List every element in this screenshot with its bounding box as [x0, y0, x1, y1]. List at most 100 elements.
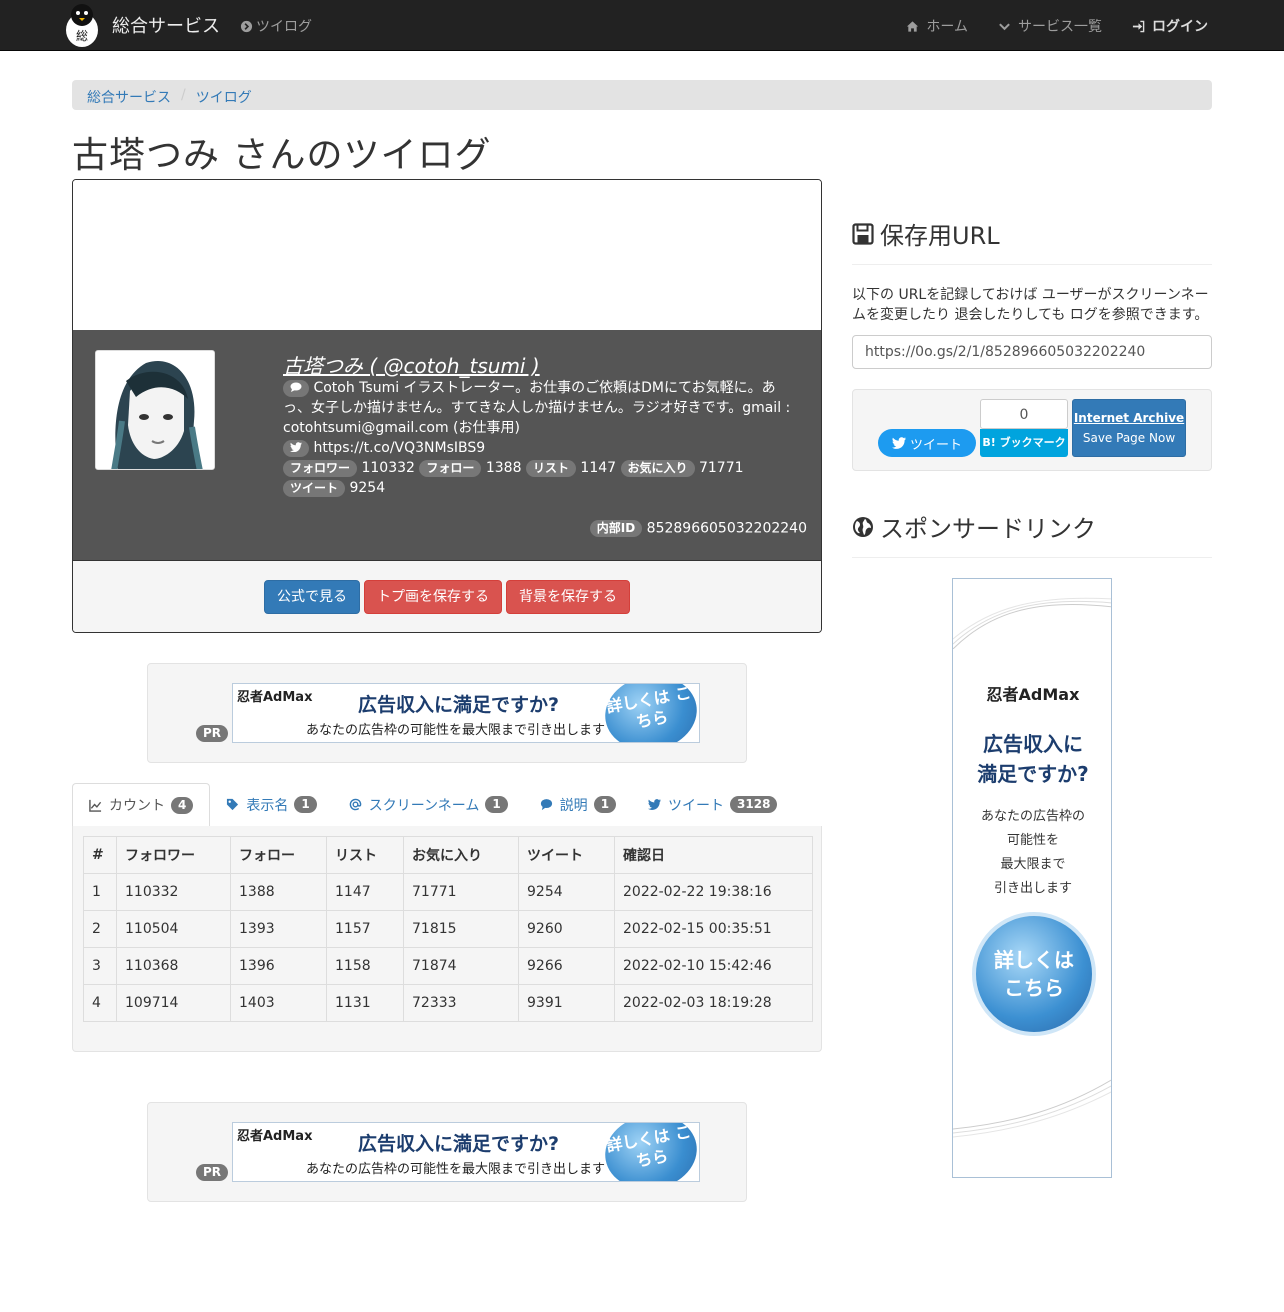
save-url-input[interactable]: [852, 335, 1212, 369]
stat-following-label: フォロー: [419, 459, 482, 477]
ad-headline-line: 満足ですか?: [977, 762, 1089, 786]
table-header: ツイート: [518, 836, 615, 874]
tab-count-label: カウント: [109, 798, 165, 814]
save-background-button[interactable]: 背景を保存する: [506, 580, 630, 614]
table-cell: 3: [83, 947, 117, 985]
brand-text: 総合サービス: [112, 16, 220, 37]
tab-display-name[interactable]: 表示名 1: [210, 783, 332, 826]
hatena-bookmark-button[interactable]: B! ブックマーク: [980, 429, 1068, 457]
ad-banner-top[interactable]: 忍者AdMax 広告収入に満足ですか? あなたの広告枠の可能性を最大限まで引き出…: [232, 683, 700, 743]
ad-details-circle: 詳しくは こちら: [972, 912, 1096, 1036]
table-cell: 9391: [518, 984, 615, 1022]
ad-subline: あなたの広告枠の可能性を最大限まで引き出します: [306, 1162, 606, 1177]
profile-url-row: https://t.co/VQ3NMsIBS9: [283, 438, 803, 458]
nav-twilog-label: ツイログ: [256, 19, 312, 35]
tab-description-badge: 1: [593, 796, 617, 813]
count-table: # フォロワー フォロー リスト お気に入り ツイート 確認日 1 110332…: [83, 836, 813, 1022]
breadcrumb-item-twilog[interactable]: ツイログ: [196, 87, 252, 106]
at-icon: [349, 798, 362, 811]
ad-headline: 広告収入に満足ですか?: [358, 694, 560, 716]
tab-tweets-badge: 3128: [730, 796, 778, 813]
view-official-button[interactable]: 公式で見る: [264, 580, 360, 614]
ad-container-top: PR 忍者AdMax 広告収入に満足ですか? あなたの広告枠の可能性を最大限まで…: [147, 663, 747, 763]
pr-badge: PR: [196, 1164, 229, 1181]
brand-link[interactable]: 総 総合サービス: [60, 2, 220, 48]
breadcrumb-item-home[interactable]: 総合サービス: [87, 87, 171, 106]
ad-circle-line: こちら: [1004, 976, 1064, 1000]
ad-subline-line: 最大限まで: [1000, 857, 1066, 872]
ad-subline-line: あなたの広告枠の: [980, 809, 1085, 824]
ia-subtitle: Save Page Now: [1082, 431, 1176, 445]
ad-circle-line: 詳しくは: [994, 948, 1074, 972]
comment-icon: [540, 799, 552, 811]
save-url-title: 保存用URL: [880, 222, 1000, 250]
avatar: [95, 350, 215, 470]
profile-details: Cotoh Tsumi イラストレーター。お仕事のご依頼はDMにてお気軽に。あっ…: [283, 378, 803, 498]
comment-icon: [283, 379, 309, 397]
tab-count[interactable]: カウント 4: [72, 783, 211, 827]
tweet-share-button[interactable]: ツイート: [878, 429, 976, 457]
profile-info: 古塔つみ ( @cotoh_tsumi ) Cotoh Tsumi イラストレー…: [73, 330, 821, 560]
table-header-row: # フォロワー フォロー リスト お気に入り ツイート 確認日: [83, 836, 813, 874]
profile-banner: [73, 180, 821, 330]
ad-headline: 広告収入に 満足ですか?: [953, 729, 1111, 789]
table-cell: 110368: [116, 947, 231, 985]
table-cell: 2022-02-03 18:19:28: [614, 984, 813, 1022]
save-url-description: 以下の URLを記録しておけば ユーザーがスクリーンネームを変更したり 退会した…: [852, 287, 1209, 323]
tab-screen-name-label: スクリーンネーム: [368, 797, 480, 814]
stat-lists-label: リスト: [525, 459, 576, 477]
nav-home-link[interactable]: ホーム: [906, 16, 968, 36]
sign-in-icon: [1132, 20, 1145, 32]
internet-archive-button[interactable]: Internet Archive Save Page Now: [1072, 399, 1186, 457]
hatena-count: 0: [980, 399, 1068, 429]
tab-screen-name[interactable]: スクリーンネーム 1: [333, 783, 524, 826]
profile-url-link[interactable]: https://t.co/VQ3NMsIBS9: [313, 440, 485, 456]
table-header: フォロー: [230, 836, 327, 874]
divider: [852, 557, 1212, 558]
breadcrumb: 総合サービス / ツイログ: [72, 80, 1212, 110]
internal-id-label: 内部ID: [589, 520, 643, 537]
save-url-heading: 保存用URL: [852, 216, 1000, 251]
share-panel: ツイート 0 B! ブックマーク Internet Archive Save P…: [852, 389, 1212, 471]
stat-tweets-label: ツイート: [283, 479, 346, 497]
ad-banner-bottom[interactable]: 忍者AdMax 広告収入に満足ですか? あなたの広告枠の可能性を最大限まで引き出…: [232, 1122, 700, 1182]
nav-twilog-link[interactable]: ツイログ: [240, 16, 312, 36]
table-cell: 9260: [518, 910, 615, 948]
sidebar-ad-banner[interactable]: 忍者AdMax 広告収入に 満足ですか? あなたの広告枠の 可能性を 最大限まで…: [952, 578, 1112, 1178]
stat-followers-label: フォロワー: [283, 459, 358, 477]
nav-login-label: ログイン: [1152, 19, 1208, 35]
penguin-logo-icon: 総: [66, 4, 98, 47]
table-cell: 1: [83, 873, 117, 911]
nav-services-dropdown[interactable]: サービス一覧: [998, 16, 1102, 36]
navbar: 総 総合サービス ツイログ ホーム サービス一覧 ログイン: [0, 0, 1284, 51]
stat-following-value: 1388: [485, 460, 522, 476]
floppy-disk-icon: [852, 222, 874, 245]
profile-description: Cotoh Tsumi イラストレーター。お仕事のご依頼はDMにてお気軽に。あっ…: [283, 380, 791, 436]
pr-badge: PR: [196, 725, 229, 742]
home-icon: [907, 20, 919, 32]
table-cell: 110504: [116, 910, 231, 948]
table-cell: 1388: [230, 873, 327, 911]
profile-panel: 古塔つみ ( @cotoh_tsumi ) Cotoh Tsumi イラストレー…: [72, 179, 822, 633]
ad-subline: あなたの広告枠の 可能性を 最大限まで 引き出します: [953, 805, 1111, 901]
table-header: リスト: [326, 836, 404, 874]
stat-followers-value: 110332: [361, 460, 415, 476]
ad-subline: あなたの広告枠の可能性を最大限まで引き出します: [306, 723, 606, 738]
nav-home-label: ホーム: [926, 19, 968, 35]
ad-headline: 広告収入に満足ですか?: [358, 1133, 560, 1155]
table-cell: 71771: [403, 873, 519, 911]
svg-text:総: 総: [76, 29, 88, 43]
ia-title: Internet Archive: [1073, 411, 1185, 425]
nav-right: ホーム サービス一覧 ログイン: [906, 16, 1208, 36]
table-row: 4 109714 1403 1131 72333 9391 2022-02-03…: [83, 984, 813, 1022]
avatar-illustration: [96, 351, 214, 469]
profile-name-link[interactable]: 古塔つみ ( @cotoh_tsumi ): [283, 350, 540, 379]
table-header: 確認日: [614, 836, 813, 874]
table-row: 1 110332 1388 1147 71771 9254 2022-02-22…: [83, 873, 813, 911]
tab-tweets[interactable]: ツイート 3128: [632, 783, 793, 826]
save-icon-button[interactable]: トプ画を保存する: [364, 580, 502, 614]
nav-login-link[interactable]: ログイン: [1132, 16, 1208, 36]
table-cell: 1131: [326, 984, 404, 1022]
tab-description[interactable]: 説明 1: [524, 783, 632, 826]
tab-description-label: 説明: [559, 797, 588, 814]
